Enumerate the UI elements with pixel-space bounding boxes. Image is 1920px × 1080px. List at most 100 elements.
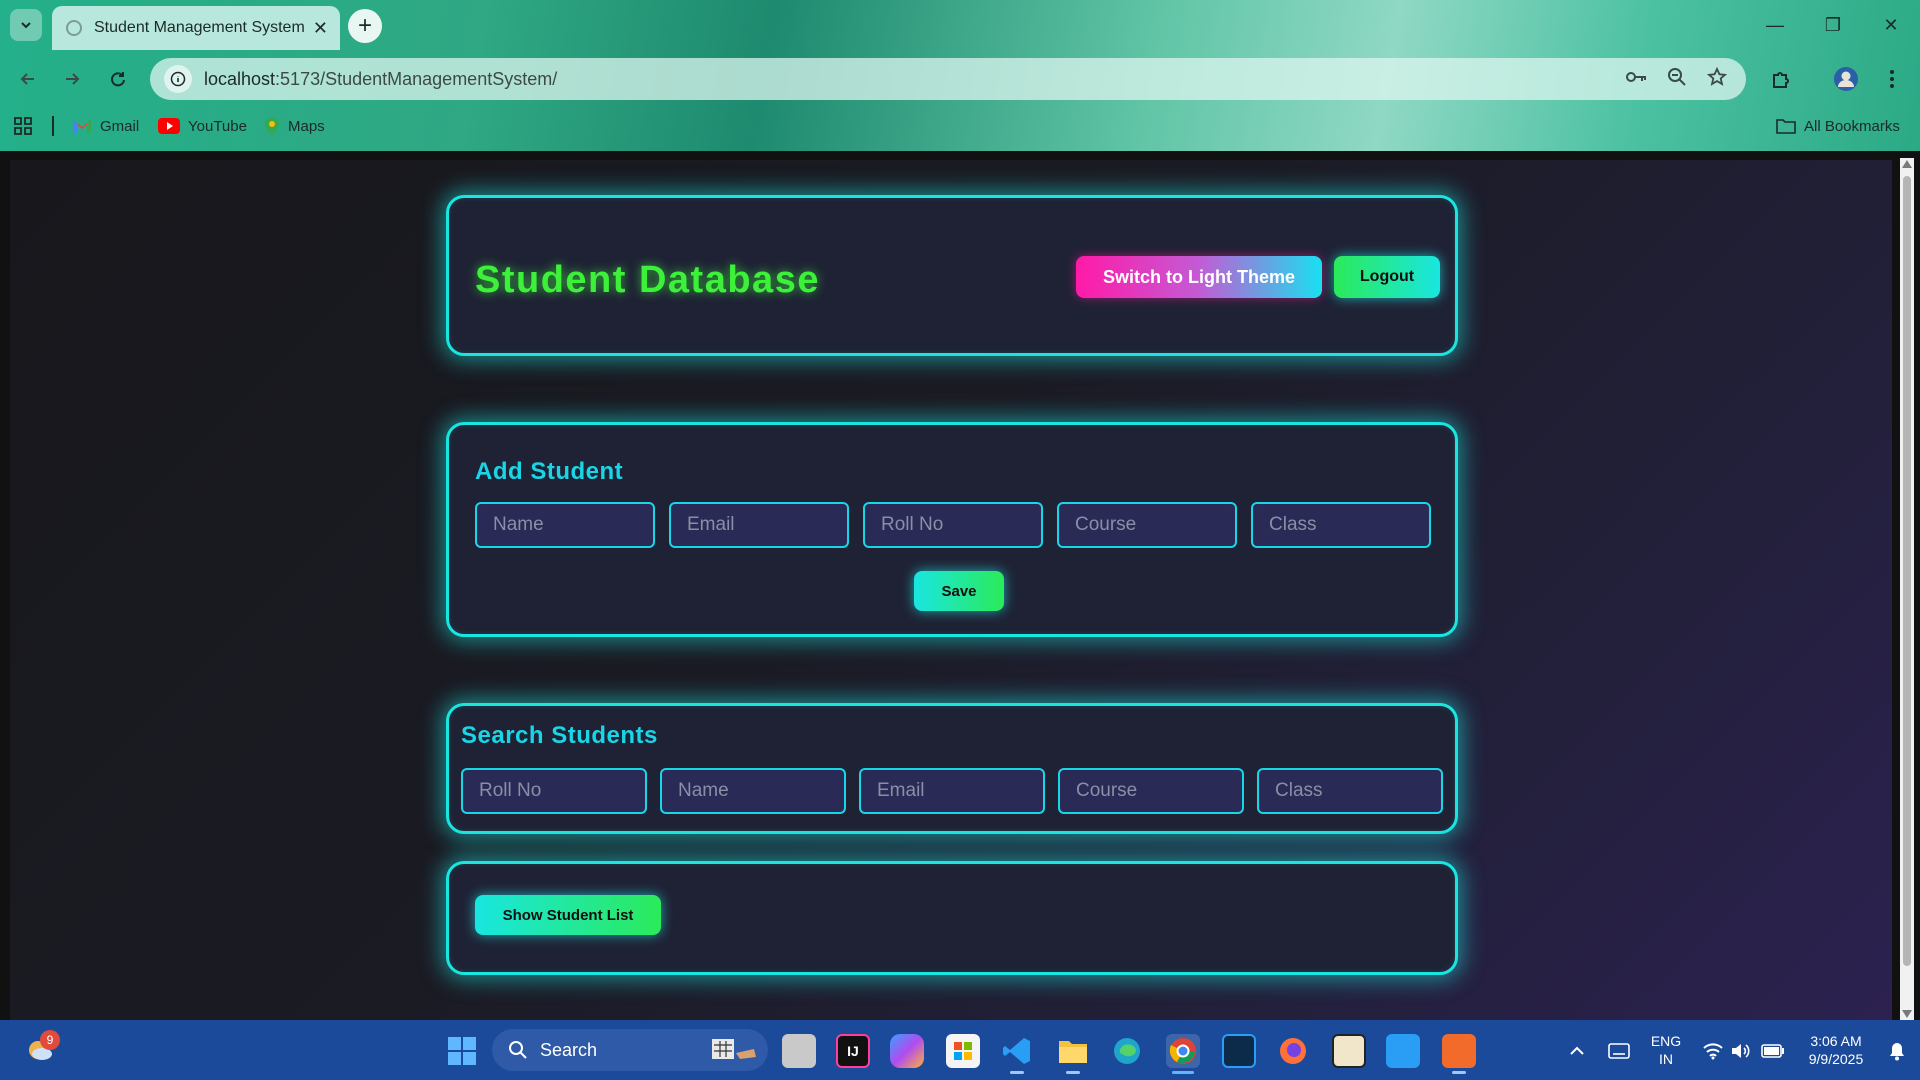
bookmark-label: Maps [288,117,325,135]
url-text: localhost:5173/StudentManagementSystem/ [204,69,557,90]
language-label: ENG [1650,1033,1682,1049]
apps-button[interactable] [14,114,32,138]
bookmark-gmail[interactable]: Gmail [72,114,139,138]
add-student-card: Add Student Save [446,422,1458,637]
tab-close-icon[interactable]: ✕ [313,18,328,39]
vscode-running-indicator [1010,1071,1024,1074]
profile-avatar[interactable] [1830,63,1862,95]
task-view-icon[interactable] [782,1034,816,1068]
show-student-list-button[interactable]: Show Student List [475,895,661,935]
windows-taskbar: 9 Search IJ ENG IN 3:06 AM 9/9/2025 [0,1020,1920,1080]
postman-icon[interactable] [1442,1034,1476,1068]
battery-icon[interactable] [1756,1034,1790,1068]
search-rollno-input[interactable] [461,768,647,814]
zoom-icon[interactable] [1662,62,1692,92]
url-host: localhost [204,68,276,89]
search-students-card: Search Students [446,703,1458,834]
bookmark-youtube[interactable]: YouTube [158,114,247,138]
student-list-card: Show Student List [446,861,1458,975]
address-bar[interactable]: localhost:5173/StudentManagementSystem/ [150,58,1746,100]
microsoft-store-icon[interactable] [946,1034,980,1068]
password-key-icon[interactable] [1622,62,1652,92]
scroll-up-arrow-icon[interactable] [1902,160,1912,168]
app-window-icon[interactable] [1386,1034,1420,1068]
gmail-icon [73,120,91,133]
header-card: Student Database Switch to Light Theme L… [446,195,1458,356]
reload-icon [111,72,125,87]
show-hidden-icons-chevron-icon[interactable] [1560,1034,1594,1068]
edge-icon[interactable] [1110,1034,1144,1068]
page-title: Student Database [475,259,820,301]
bookmark-star-icon[interactable] [1702,62,1732,92]
apps-grid-icon [14,117,32,135]
tab-student-management[interactable]: Student Management System ✕ [52,6,340,50]
avatar-icon [1834,67,1858,91]
scrollbar-thumb[interactable] [1903,176,1911,966]
tab-search-button[interactable] [10,9,42,41]
notification-bell-icon[interactable] [1880,1034,1914,1068]
search-course-input[interactable] [1058,768,1244,814]
extensions-button[interactable] [1765,63,1797,95]
scroll-down-arrow-icon[interactable] [1902,1010,1912,1018]
add-rollno-input[interactable] [863,502,1043,548]
search-email-input[interactable] [859,768,1045,814]
puzzle-icon [1773,72,1789,88]
region-label: IN [1659,1051,1673,1067]
start-button[interactable] [445,1034,479,1068]
restore-button[interactable]: ❐ [1804,0,1862,50]
forward-button[interactable] [56,63,88,95]
tab-strip: Student Management System ✕ + — ❐ ✕ [0,0,1920,50]
reload-button[interactable] [102,63,134,95]
search-name-input[interactable] [660,768,846,814]
firefox-icon[interactable] [1276,1034,1310,1068]
chrome-icon[interactable] [1166,1034,1200,1068]
vscode-icon[interactable] [1000,1034,1034,1068]
mysql-workbench-icon[interactable] [1222,1034,1256,1068]
new-tab-button[interactable]: + [348,9,382,43]
arrow-right-icon [66,73,80,85]
language-indicator[interactable]: ENG IN [1648,1032,1684,1068]
bookmark-maps[interactable]: Maps [264,114,325,138]
taskbar-search-label: Search [540,1039,598,1060]
search-class-input[interactable] [1257,768,1443,814]
add-course-input[interactable] [1057,502,1237,548]
copilot-icon[interactable] [890,1034,924,1068]
search-students-heading: Search Students [461,722,658,749]
minimize-button[interactable]: — [1746,0,1804,50]
arrow-left-icon [20,73,34,85]
bookmark-label: YouTube [188,117,247,135]
intellij-icon[interactable]: IJ [836,1034,870,1068]
page-scrollbar[interactable] [1900,158,1914,1020]
save-button[interactable]: Save [914,571,1004,611]
taskbar-search[interactable]: Search [492,1029,768,1071]
chrome-active-indicator [1172,1071,1194,1074]
switch-theme-button[interactable]: Switch to Light Theme [1076,256,1322,298]
clock[interactable]: 3:06 AM 9/9/2025 [1796,1032,1876,1068]
browser-toolbar: localhost:5173/StudentManagementSystem/ [0,56,1920,102]
logout-button[interactable]: Logout [1334,256,1440,298]
tab-title: Student Management System [94,19,305,36]
app-tile-icon[interactable] [1332,1034,1366,1068]
explorer-running-indicator [1066,1071,1080,1074]
clock-date: 9/9/2025 [1808,1051,1864,1067]
notification-badge: 9 [40,1030,60,1050]
add-class-input[interactable] [1251,502,1431,548]
add-name-input[interactable] [475,502,655,548]
bookmarks-divider [52,116,54,136]
url-path: :5173/StudentManagementSystem/ [275,68,558,89]
folder-icon [1776,119,1796,134]
all-bookmarks-label: All Bookmarks [1804,117,1900,135]
postman-running-indicator [1452,1071,1466,1074]
browser-menu-button[interactable] [1876,63,1908,95]
file-explorer-icon[interactable] [1056,1034,1090,1068]
windows-logo-icon [448,1037,476,1065]
add-email-input[interactable] [669,502,849,548]
add-student-heading: Add Student [475,458,624,485]
keyboard-icon[interactable] [1602,1034,1636,1068]
all-bookmarks-button[interactable]: All Bookmarks [1776,114,1900,138]
close-window-button[interactable]: ✕ [1862,0,1920,50]
clock-time: 3:06 AM [1810,1033,1862,1049]
site-info-icon[interactable] [164,65,192,93]
volume-icon[interactable] [1724,1034,1758,1068]
back-button[interactable] [12,63,44,95]
